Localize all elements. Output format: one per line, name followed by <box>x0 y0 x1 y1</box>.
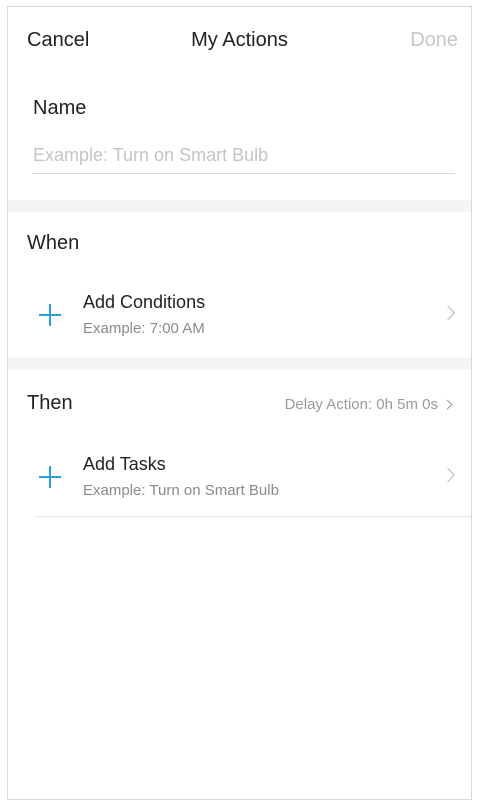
then-heading: Then <box>27 392 73 414</box>
chevron-right-icon <box>442 399 453 410</box>
name-input[interactable] <box>32 137 455 174</box>
plus-icon <box>39 466 61 488</box>
app-screen: Cancel My Actions Done Name When Add Con… <box>7 6 472 800</box>
add-tasks-label: Add Tasks <box>83 454 166 474</box>
add-conditions-row[interactable]: Add Conditions Example: 7:00 AM <box>8 282 471 352</box>
delay-action-label: Delay Action: 0h 5m 0s <box>284 396 438 413</box>
name-section: Name <box>8 75 471 200</box>
plus-icon <box>39 304 61 326</box>
page-title: My Actions <box>191 29 288 51</box>
chevron-right-icon <box>440 467 456 483</box>
delay-action-link[interactable]: Delay Action: 0h 5m 0s <box>284 396 453 413</box>
add-tasks-row[interactable]: Add Tasks Example: Turn on Smart Bulb <box>8 444 471 514</box>
add-conditions-label: Add Conditions <box>83 292 206 312</box>
name-label: Name <box>33 97 87 119</box>
add-tasks-example: Example: Turn on Smart Bulb <box>83 482 279 499</box>
divider <box>36 516 471 517</box>
section-separator <box>8 200 471 212</box>
navigation-bar: Cancel My Actions Done <box>8 7 471 75</box>
done-button[interactable]: Done <box>410 29 458 52</box>
when-heading: When <box>27 232 80 254</box>
section-separator <box>8 357 471 369</box>
add-conditions-example: Example: 7:00 AM <box>83 320 205 337</box>
chevron-right-icon <box>440 305 456 321</box>
